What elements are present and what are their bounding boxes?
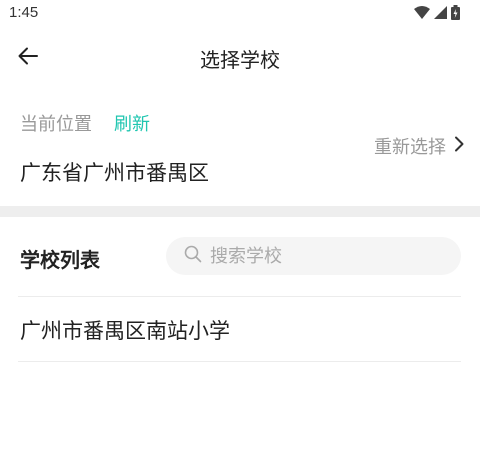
current-location-value: 广东省广州市番禺区 xyxy=(20,161,209,185)
search-icon xyxy=(184,245,202,267)
wifi-icon xyxy=(414,6,430,19)
reselect-label: 重新选择 xyxy=(374,137,446,158)
location-section: 当前位置 刷新 广东省广州市番禺区 重新选择 xyxy=(0,100,480,204)
page-title: 选择学校 xyxy=(200,48,280,72)
signal-icon xyxy=(434,6,447,19)
chevron-right-icon xyxy=(454,136,464,156)
status-icons xyxy=(414,5,460,20)
divider xyxy=(18,361,461,362)
school-list-header: 学校列表 xyxy=(0,230,480,286)
divider xyxy=(18,296,461,297)
refresh-button[interactable]: 刷新 xyxy=(114,110,150,136)
battery-icon xyxy=(451,5,460,20)
status-time: 1:45 xyxy=(9,4,39,21)
search-input[interactable] xyxy=(210,245,450,267)
school-list-title: 学校列表 xyxy=(20,248,100,272)
status-bar: 1:45 xyxy=(0,0,480,26)
title-bar: 选择学校 xyxy=(0,34,480,82)
school-name: 广州市番禺区南站小学 xyxy=(20,319,230,343)
reselect-button[interactable]: 重新选择 xyxy=(374,133,464,159)
current-location-label: 当前位置 xyxy=(20,114,92,135)
school-list-item[interactable]: 广州市番禺区南站小学 xyxy=(0,298,480,360)
search-box[interactable] xyxy=(166,237,461,275)
section-divider xyxy=(0,206,480,217)
